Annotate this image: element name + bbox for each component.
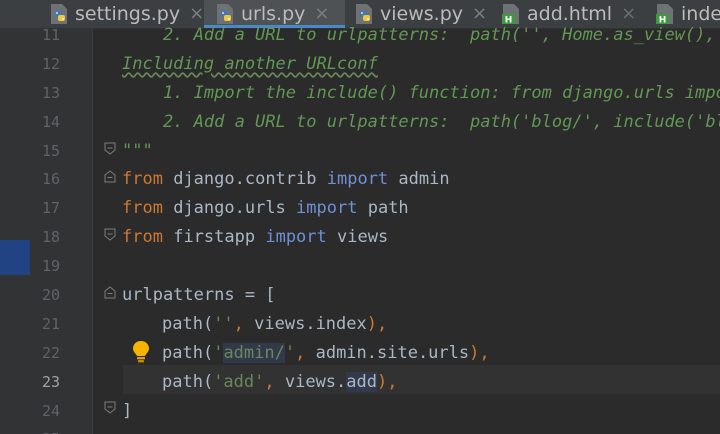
module-name: django.urls	[173, 198, 286, 219]
fold-marker-icon[interactable]	[104, 286, 116, 299]
docstring-text: 2. Add a URL to urlpatterns: path('blog/…	[162, 111, 720, 132]
keyword-from: from	[122, 227, 163, 248]
import-name: path	[367, 198, 409, 219]
code-line-15: """	[122, 137, 720, 166]
code-line-17: from django.urls import path	[122, 194, 720, 223]
call-path: path(	[162, 342, 214, 363]
view-target-highlighted: add	[346, 371, 377, 392]
line-number: 21	[41, 314, 60, 333]
line-number: 19	[41, 257, 60, 276]
line-numbers: 11 12 13 14 15 16 17 18 19 20 21 22 23 2…	[0, 21, 60, 434]
string-quote: '	[284, 342, 296, 363]
line-number: 14	[41, 112, 60, 131]
separator: ,	[233, 313, 255, 334]
string-quote: '	[213, 342, 224, 363]
line-number: 11	[41, 26, 60, 44]
code-line-11: 2. Add a URL to urlpatterns: path('', Ho…	[122, 21, 720, 50]
code-line-13: 1. Import the include() function: from d…	[122, 79, 720, 108]
module-name: firstapp	[173, 227, 256, 248]
string-literal-highlighted: admin/	[223, 342, 285, 363]
line-number: 22	[41, 343, 60, 362]
code-area[interactable]: 2. Add a URL to urlpatterns: path('', Ho…	[122, 21, 720, 434]
gutter-divider	[92, 28, 93, 434]
closing-bracket: ]	[122, 400, 133, 421]
string-literal: ''	[213, 313, 234, 334]
code-line-14: 2. Add a URL to urlpatterns: path('blog/…	[122, 108, 720, 137]
docstring-text: Including another URLconf	[122, 53, 378, 74]
import-name: admin	[398, 169, 450, 190]
code-line-21: path('', views.index),	[122, 310, 720, 339]
line-number: 20	[41, 286, 60, 305]
keyword-import: import	[326, 169, 389, 190]
line-number-current: 23	[41, 372, 60, 391]
separator: ,	[264, 371, 285, 392]
docstring-close: """	[122, 140, 153, 161]
code-line-12: Including another URLconf	[122, 50, 720, 79]
docstring-text: 1. Import the include() function: from d…	[162, 82, 720, 103]
code-line-25	[122, 425, 720, 434]
code-line-19	[122, 252, 720, 281]
import-name: views	[337, 227, 389, 248]
separator: ,	[295, 342, 316, 363]
code-editor-window: settings.py × urls.py × views.py × H add…	[0, 0, 720, 434]
fold-marker-icon[interactable]	[104, 228, 116, 241]
view-target: admin.site.urls	[315, 342, 470, 363]
code-line-18: from firstapp import views	[122, 223, 720, 252]
code-line-23: path('add', views.add),	[122, 368, 720, 397]
keyword-import: import	[296, 198, 358, 219]
code-line-20: urlpatterns = [	[122, 281, 720, 310]
code-line-22: path('admin/', admin.site.urls),	[122, 339, 720, 368]
view-target: views.	[284, 371, 347, 392]
code-line-24: ]	[122, 397, 720, 426]
line-number: 17	[41, 199, 60, 218]
keyword-from: from	[122, 169, 163, 190]
fold-marker-icon[interactable]	[104, 142, 116, 155]
line-number: 12	[41, 54, 60, 73]
line-number: 24	[41, 401, 60, 420]
line-number: 16	[41, 170, 60, 189]
assignment-op: = [	[234, 285, 276, 306]
view-target: views.index	[254, 313, 367, 334]
call-path: path(	[162, 371, 214, 392]
call-end: ),	[377, 371, 398, 392]
call-end: ),	[469, 342, 490, 363]
fold-marker-icon[interactable]	[104, 401, 116, 414]
code-line-16: from django.contrib import admin	[122, 165, 720, 194]
line-number: 15	[41, 141, 60, 160]
line-number: 25	[0, 425, 60, 434]
keyword-from: from	[122, 198, 163, 219]
call-end: ),	[366, 313, 388, 334]
line-number: 13	[41, 83, 60, 102]
fold-marker-icon[interactable]	[104, 170, 116, 183]
call-path: path(	[162, 313, 214, 334]
module-name: django.contrib	[173, 169, 317, 190]
keyword-import: import	[265, 227, 327, 248]
line-number: 18	[41, 228, 60, 247]
docstring-text: 2. Add a URL to urlpatterns: path('', Ho…	[162, 25, 716, 45]
variable-urlpatterns: urlpatterns	[122, 285, 235, 306]
string-literal: 'add'	[213, 371, 265, 392]
